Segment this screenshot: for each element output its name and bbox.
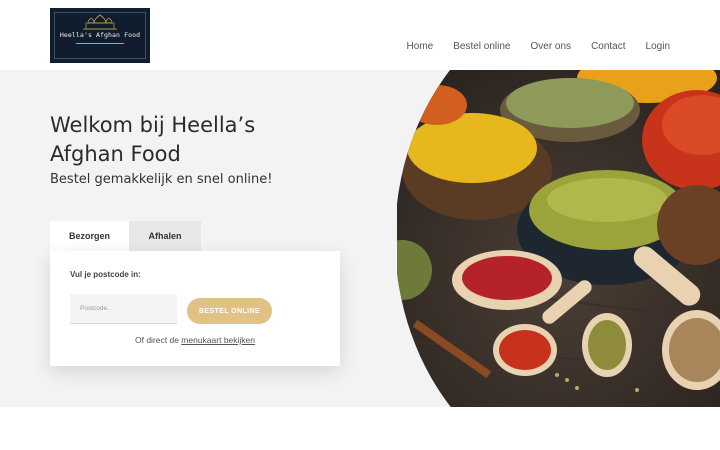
hero-title: Welkom bij Heella’s Afghan Food xyxy=(50,113,256,166)
bestel-online-button[interactable]: BESTEL ONLINE xyxy=(187,298,272,324)
spice-image xyxy=(397,70,720,407)
site-header: Heella's Afghan Food Home Bestel online … xyxy=(0,0,720,70)
nav-home[interactable]: Home xyxy=(407,41,434,52)
menu-line: Of direct de menukaart bekijken xyxy=(50,335,340,345)
nav-contact[interactable]: Contact xyxy=(591,41,625,52)
logo[interactable]: Heella's Afghan Food xyxy=(50,8,150,63)
nav-over-ons[interactable]: Over ons xyxy=(530,41,571,52)
nav-bestel-online[interactable]: Bestel online xyxy=(453,41,510,52)
hero-subtitle: Bestel gemakkelijk en snel online! xyxy=(50,172,273,187)
order-card: Vul je postcode in: BESTEL ONLINE Of dir… xyxy=(50,251,340,366)
palace-dome-icon xyxy=(83,14,117,30)
nav-login[interactable]: Login xyxy=(646,41,670,52)
logo-text: Heella's Afghan Food xyxy=(59,31,141,39)
tab-afhalen[interactable]: Afhalen xyxy=(129,221,201,251)
menu-link[interactable]: menukaart bekijken xyxy=(181,335,255,345)
postcode-label: Vul je postcode in: xyxy=(70,270,141,279)
spice-bowls-image xyxy=(397,70,720,407)
main-nav: Home Bestel online Over ons Contact Logi… xyxy=(387,41,670,52)
postcode-input[interactable] xyxy=(70,294,177,324)
delivery-tabs: Bezorgen Afhalen xyxy=(50,221,201,251)
logo-underline xyxy=(76,43,124,44)
menu-prefix: Of direct de xyxy=(134,335,179,345)
tab-bezorgen[interactable]: Bezorgen xyxy=(50,221,129,251)
